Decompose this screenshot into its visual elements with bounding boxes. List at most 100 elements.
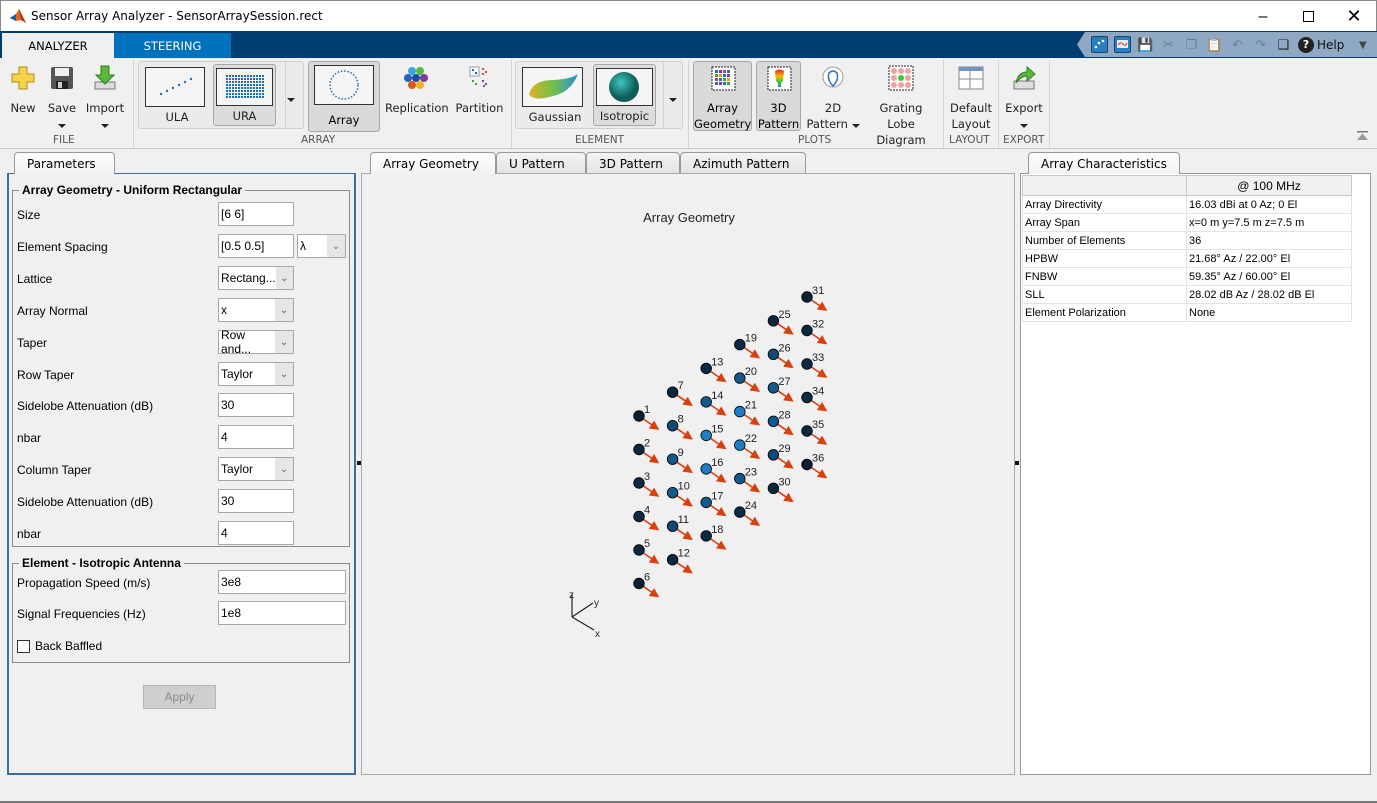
- layout-grid-icon: [958, 66, 984, 90]
- collapse-ribbon-icon[interactable]: ▼: [1354, 36, 1371, 53]
- array-element[interactable]: 21: [734, 400, 761, 426]
- replication-button[interactable]: Replication: [385, 64, 449, 116]
- apply-button[interactable]: Apply: [143, 685, 216, 709]
- array-element[interactable]: 26: [767, 342, 794, 369]
- array-element[interactable]: 14: [700, 390, 727, 416]
- param-input[interactable]: 4: [218, 425, 294, 449]
- element-gallery-expand-button[interactable]: [669, 91, 677, 105]
- array-element[interactable]: 28: [767, 409, 794, 436]
- array-element[interactable]: 32: [801, 319, 828, 345]
- array-element[interactable]: 1: [633, 404, 660, 430]
- array-element[interactable]: 17: [700, 490, 727, 517]
- tab-3d-pattern[interactable]: 3D Pattern: [586, 152, 680, 174]
- maximize-button[interactable]: [1285, 1, 1331, 32]
- array-button[interactable]: Array: [308, 61, 380, 132]
- array-element[interactable]: 24: [734, 500, 761, 527]
- window-layout-icon[interactable]: ❏: [1275, 36, 1292, 53]
- array-element[interactable]: 22: [734, 433, 761, 460]
- tab-u-pattern[interactable]: U Pattern: [496, 152, 586, 174]
- array-geometry-plot-button[interactable]: Array Geometry: [693, 61, 752, 131]
- array-element[interactable]: 19: [734, 333, 761, 359]
- array-geometry-plot[interactable]: 1234567891011121314151617181920212223242…: [362, 174, 1016, 776]
- spacing-unit-select[interactable]: λ ⌄: [297, 234, 346, 258]
- tab-analyzer[interactable]: ANALYZER: [2, 33, 114, 58]
- tab-array-characteristics[interactable]: Array Characteristics: [1028, 152, 1180, 174]
- array-section-label: ARRAY: [301, 134, 336, 146]
- array-element[interactable]: 36: [801, 453, 828, 479]
- tab-azimuth-pattern[interactable]: Azimuth Pattern: [680, 152, 806, 174]
- propagation-speed-input[interactable]: 3e8: [218, 570, 346, 594]
- 2d-pattern-plot-button[interactable]: 2D Pattern: [805, 64, 861, 132]
- param-select[interactable]: Taylor ⌄: [218, 362, 294, 386]
- param-select[interactable]: Rectang... ⌄: [218, 266, 294, 290]
- gallery-item-ura[interactable]: URA: [213, 64, 276, 126]
- array-element[interactable]: 9: [666, 447, 693, 474]
- array-element[interactable]: 2: [633, 438, 660, 464]
- redo-icon[interactable]: ↷: [1252, 36, 1269, 53]
- array-element[interactable]: 20: [734, 366, 761, 393]
- array-element[interactable]: 35: [801, 419, 828, 445]
- minimize-button[interactable]: –: [1240, 1, 1286, 32]
- grating-lobe-diagram-button[interactable]: Grating Lobe Diagram: [864, 64, 938, 148]
- save-button[interactable]: Save: [45, 64, 79, 132]
- param-input[interactable]: 30: [218, 393, 294, 417]
- element-marker: [734, 506, 746, 518]
- array-element[interactable]: 29: [767, 443, 794, 469]
- undo-icon[interactable]: ↶: [1229, 36, 1246, 53]
- array-geometry-plot-icon[interactable]: [1091, 36, 1108, 53]
- gallery-item-isotropic[interactable]: Isotropic: [593, 64, 656, 126]
- help-button[interactable]: ? Help: [1298, 36, 1344, 53]
- save-icon[interactable]: 💾: [1137, 36, 1154, 53]
- back-baffled-checkbox[interactable]: Back Baffled: [17, 639, 102, 653]
- characteristic-name: HPBW: [1022, 249, 1187, 268]
- array-gallery-expand-button[interactable]: [287, 91, 295, 105]
- param-input[interactable]: 4: [218, 521, 294, 545]
- import-button[interactable]: Import: [84, 64, 126, 132]
- copy-icon[interactable]: ❐: [1183, 36, 1200, 53]
- array-element[interactable]: 8: [666, 414, 693, 440]
- array-element[interactable]: 25: [767, 309, 794, 335]
- param-select[interactable]: Row and... ⌄: [218, 328, 294, 356]
- signal-frequencies-input[interactable]: 1e8: [218, 601, 346, 625]
- tab-steering[interactable]: STEERING: [114, 33, 231, 58]
- array-element[interactable]: 10: [666, 481, 693, 507]
- array-element[interactable]: 5: [633, 538, 660, 564]
- 3d-pattern-plot-button[interactable]: 3D Pattern: [756, 61, 801, 131]
- param-input[interactable]: 30: [218, 489, 294, 513]
- pattern-plot-icon[interactable]: [1114, 36, 1131, 53]
- gallery-item-gaussian[interactable]: Gaussian: [519, 64, 591, 128]
- array-element[interactable]: 27: [767, 376, 794, 402]
- new-button[interactable]: New: [6, 64, 40, 116]
- param-input[interactable]: [0.5 0.5]: [218, 234, 294, 258]
- array-element[interactable]: 13: [700, 356, 727, 383]
- array-element[interactable]: 18: [700, 524, 727, 550]
- array-element[interactable]: 16: [700, 457, 727, 483]
- array-element[interactable]: 31: [801, 285, 828, 311]
- default-layout-button[interactable]: Default Layout: [948, 64, 994, 132]
- array-element[interactable]: 30: [767, 476, 794, 503]
- export-button[interactable]: Export: [1002, 64, 1046, 132]
- gallery-item-ula[interactable]: ULA: [142, 64, 212, 128]
- param-select[interactable]: x ⌄: [218, 298, 294, 322]
- array-element[interactable]: 3: [633, 471, 660, 497]
- partition-button[interactable]: Partition: [452, 64, 507, 116]
- param-input[interactable]: [6 6]: [218, 202, 294, 226]
- tab-array-geometry[interactable]: Array Geometry: [370, 152, 496, 174]
- cut-icon[interactable]: ✂: [1160, 36, 1177, 53]
- array-element[interactable]: 23: [734, 467, 761, 493]
- minimize-ribbon-button[interactable]: [1357, 130, 1368, 140]
- array-element[interactable]: 6: [633, 572, 660, 598]
- array-element[interactable]: 7: [666, 380, 693, 407]
- array-element[interactable]: 11: [666, 514, 693, 541]
- checkbox-box[interactable]: [17, 639, 30, 653]
- array-element[interactable]: 4: [633, 505, 660, 531]
- label-line: 2D: [824, 101, 842, 115]
- paste-icon[interactable]: 📋: [1206, 36, 1223, 53]
- array-element[interactable]: 34: [801, 386, 828, 412]
- array-element[interactable]: 12: [666, 548, 693, 574]
- close-button[interactable]: ✕: [1331, 1, 1377, 32]
- array-element[interactable]: 15: [700, 423, 727, 450]
- tab-parameters[interactable]: Parameters: [14, 152, 115, 174]
- array-element[interactable]: 33: [801, 352, 828, 378]
- param-select[interactable]: Taylor ⌄: [218, 457, 294, 481]
